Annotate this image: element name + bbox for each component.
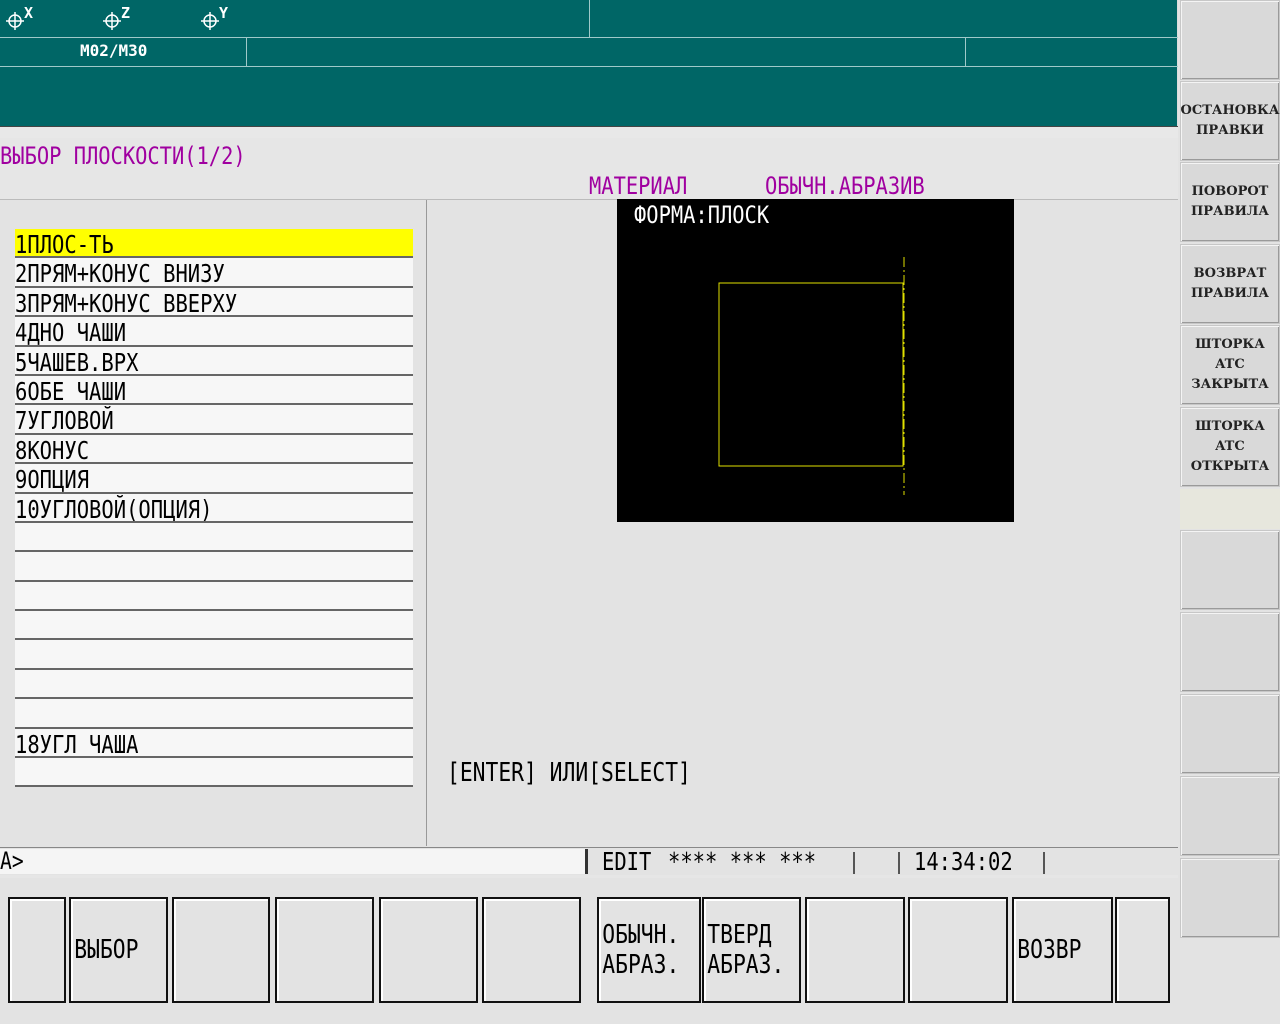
status-separator [853,852,855,874]
side-key-label: ШТОРКА ATC ЗАКРЫТА [1191,337,1269,392]
side-key-2[interactable]: ОСТАНОВКА ПРАВКИ [1180,81,1280,161]
side-key-4[interactable]: ВОЗВРАТ ПРАВИЛА [1180,244,1280,324]
list-item[interactable]: 5ЧАШЕВ.ВРХ [15,346,413,376]
softkey-2[interactable]: ВЫБОР [69,897,168,1003]
command-prompt: A> [0,847,24,875]
shape-list: 1ПЛОС-ТЬ 2ПРЯМ+КОНУС ВНИЗУ 3ПРЯМ+КОНУС ВВЕ… [15,229,413,788]
list-item[interactable]: 2ПРЯМ+КОНУС ВНИЗУ [15,258,413,288]
side-key-1[interactable] [1180,0,1280,80]
softkey-8[interactable]: ТВЕРД АБРАЗ. [702,897,801,1003]
list-item-label: 4ДНО ЧАШИ [15,318,127,347]
axis-crosshair-icon [201,12,219,30]
list-item-label: 1ПЛОС-ТЬ [15,230,114,259]
softkey-11[interactable]: ВОЗВР [1012,897,1113,1003]
list-item-label: 9ОПЦИЯ [15,465,90,494]
wheel-shape-graphic [617,199,1014,522]
side-key-label: ПОВОРОТ ПРАВИЛА [1191,184,1269,219]
side-key-11[interactable] [1180,858,1280,938]
softkey-1[interactable] [8,897,66,1003]
list-item-label: 6ОБЕ ЧАШИ [15,376,127,406]
list-item[interactable]: 1ПЛОС-ТЬ [15,229,413,259]
list-item-label: 2ПРЯМ+КОНУС ВНИЗУ [15,259,225,288]
status-header [0,0,1178,138]
page-title: ВЫБОР ПЛОСКОСТИ(1/2) [0,142,246,170]
axis-x-label: X [24,4,34,22]
list-item[interactable] [15,552,413,582]
side-key-gap [1180,489,1280,529]
side-key-8[interactable] [1180,612,1280,692]
softkey-label: ВЫБОР [74,935,139,965]
hint-text: [ENTER] ИЛИ[SELECT] [447,758,691,788]
softkey-label: ТВЕРД АБРАЗ. [707,920,785,980]
axis-crosshair-icon [103,12,121,30]
softkey-10[interactable] [908,897,1008,1003]
clock: 14:34:02 [914,847,1013,876]
axis-z-label: Z [121,4,131,22]
list-item[interactable]: 9ОПЦИЯ [15,464,413,494]
list-item-label: 3ПРЯМ+КОНУС ВВЕРХУ [15,288,238,318]
material-value: ОБЫЧН.АБРАЗИВ [765,172,925,200]
list-item[interactable] [15,581,413,612]
softkey-9[interactable] [805,897,905,1003]
shape-label: ФОРМА:ПЛОСК [634,201,770,229]
side-key-7[interactable] [1180,530,1280,610]
softkey-12[interactable] [1115,897,1170,1003]
list-item-label: 10УГЛОВОЙ(ОПЦИЯ) [15,494,213,523]
softkey-label: ВОЗВР [1017,935,1082,965]
list-item[interactable]: 18УГЛ ЧАША [15,728,413,759]
list-item[interactable] [15,640,413,670]
list-item[interactable] [15,522,413,553]
panel-divider [426,200,427,846]
list-item[interactable] [15,758,413,788]
mode-indicator: EDIT [602,847,652,876]
axis-x: X [6,4,33,30]
mcode-display: M02/M30 [80,41,148,60]
list-item-label: 8КОНУС [15,435,90,465]
list-item-label: 7УГЛОВОЙ [15,406,114,435]
list-item[interactable]: 3ПРЯМ+КОНУС ВВЕРХУ [15,287,413,318]
header-separator [0,126,1178,138]
softkey-3[interactable] [172,897,270,1003]
list-item[interactable] [15,699,413,729]
softkey-6[interactable] [482,897,581,1003]
list-item-label: 18УГЛ ЧАША [15,729,139,759]
list-item-label: 5ЧАШЕВ.ВРХ [15,347,139,376]
axis-z: Z [103,4,130,30]
side-key-9[interactable] [1180,694,1280,774]
list-item[interactable]: 8КОНУС [15,434,413,465]
status-separator [1043,852,1045,874]
side-key-10[interactable] [1180,776,1280,856]
list-item[interactable]: 6ОБЕ ЧАШИ [15,375,413,406]
axis-y: Y [201,4,228,30]
list-item[interactable]: 10УГЛОВОЙ(ОПЦИЯ) [15,493,413,523]
softkey-4[interactable] [275,897,374,1003]
side-key-label: ОСТАНОВКА ПРАВКИ [1180,103,1280,138]
softkey-7[interactable]: ОБЫЧН. АБРАЗ. [597,897,701,1003]
side-key-6[interactable]: ШТОРКА ATC ОТКРЫТА [1180,407,1280,487]
status-separator [898,852,900,874]
list-item[interactable] [15,611,413,641]
list-item[interactable]: 4ДНО ЧАШИ [15,317,413,347]
list-item[interactable]: 7УГЛОВОЙ [15,405,413,435]
status-stars: **** *** *** [668,847,817,876]
side-key-label: ШТОРКА ATC ОТКРЫТА [1190,419,1270,474]
axis-y-label: Y [219,4,229,22]
side-key-5[interactable]: ШТОРКА ATC ЗАКРЫТА [1180,325,1280,405]
side-key-3[interactable]: ПОВОРОТ ПРАВИЛА [1180,162,1280,242]
axis-crosshair-icon [6,12,24,30]
material-label: МАТЕРИАЛ [589,172,688,200]
softkey-5[interactable] [379,897,478,1003]
wheel-shape-drawing [718,257,905,495]
command-input[interactable] [0,849,588,874]
side-key-label: ВОЗВРАТ ПРАВИЛА [1191,266,1269,301]
softkey-label: ОБЫЧН. АБРАЗ. [602,920,680,980]
list-item[interactable] [15,669,413,700]
